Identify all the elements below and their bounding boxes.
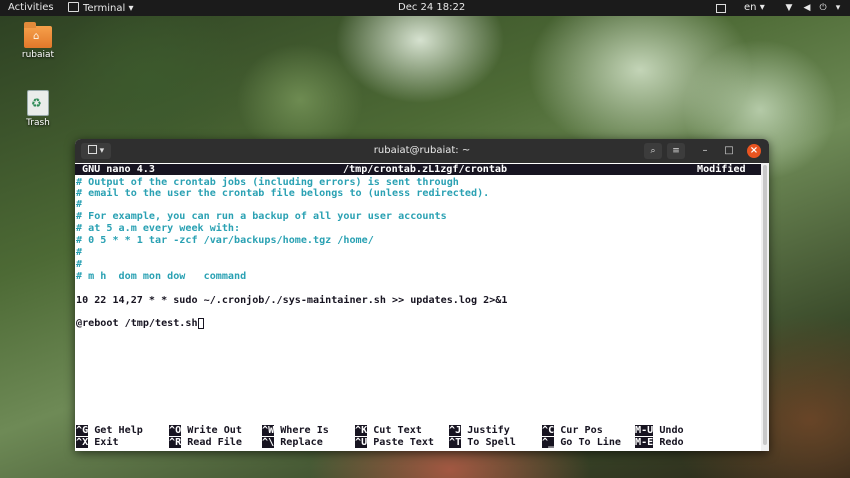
shortcut-justify[interactable]: ^J Justify [449,425,510,436]
screen-capture-icon[interactable] [716,4,726,13]
shortcut-label: Redo [659,437,684,448]
trash-icon: ♻ [27,90,49,116]
shortcut-undo[interactable]: M-U Undo [635,425,684,436]
editor-line[interactable]: # email to the user the crontab file bel… [76,188,489,199]
terminal-content[interactable]: GNU nano 4.3 /tmp/crontab.zL1zgf/crontab… [75,163,761,451]
window-title: rubaiat@rubaiat: ~ [373,145,471,156]
editor-line[interactable]: # [76,259,82,270]
shortcut-read-file[interactable]: ^R Read File [169,437,242,448]
window-titlebar[interactable]: ▾ rubaiat@rubaiat: ~ ⌕ ≡ – □ × [75,139,769,163]
shortcut-label: To Spell [467,437,516,448]
nano-status: Modified [697,164,746,175]
top-bar: Activities Terminal ▾ Dec 24 18:22 en ▾ … [0,0,850,16]
nano-file-path: /tmp/crontab.zL1zgf/crontab [343,164,508,175]
shortcut-key: ^T [449,437,462,448]
editor-line-text: @reboot /tmp/test.sh [76,318,198,329]
scrollbar-thumb[interactable] [763,165,767,445]
desktop-icon-label: rubaiat [21,50,55,60]
shortcut-key: ^G [76,425,89,436]
editor-line[interactable]: # For example, you can run a backup of a… [76,211,447,222]
shortcut-label: Go To Line [560,437,622,448]
shortcut-paste-text[interactable]: ^U Paste Text [355,437,434,448]
editor-line[interactable]: # Output of the crontab jobs (including … [76,177,459,188]
editor-line-current[interactable]: @reboot /tmp/test.sh [76,318,204,329]
shortcut-label: Exit [94,437,119,448]
nano-version: GNU nano 4.3 [82,164,155,175]
shortcut-go-to-line[interactable]: ^_ Go To Line [542,437,621,448]
shortcut-key: ^K [355,425,368,436]
language-label: en [744,2,757,13]
shortcut-key: ^U [355,437,368,448]
editor-line[interactable]: # 0 5 * * 1 tar -zcf /var/backups/home.t… [76,235,374,246]
shortcut-cut-text[interactable]: ^K Cut Text [355,425,422,436]
editor-line[interactable]: # [76,247,82,258]
shortcut-key: ^W [262,425,275,436]
desktop-icon-home[interactable]: ⌂ rubaiat [8,22,68,60]
chevron-down-icon: ▾ [128,3,134,14]
text-cursor [197,318,204,329]
shortcut-label: Where Is [280,425,329,436]
desktop-icon-label: Trash [26,118,50,128]
close-button[interactable]: × [747,144,761,158]
shortcut-label: Read File [187,437,242,448]
terminal-window: ▾ rubaiat@rubaiat: ~ ⌕ ≡ – □ × GNU nano … [75,139,769,451]
nano-header-bar: GNU nano 4.3 /tmp/crontab.zL1zgf/crontab… [75,164,761,175]
shortcut-label: Justify [467,425,510,436]
system-menu-chevron-icon[interactable]: ▾ [833,3,843,13]
shortcut-key: ^R [169,437,182,448]
shortcut-key: ^O [169,425,182,436]
shortcut-where-is[interactable]: ^W Where Is [262,425,329,436]
minimize-button[interactable]: – [698,144,712,158]
power-icon[interactable]: ⏻ [818,3,828,13]
shortcut-label: Undo [659,425,684,436]
volume-icon[interactable]: ◀ [802,3,812,13]
hamburger-menu-icon: ≡ [672,146,680,156]
shortcut-label: Paste Text [373,437,435,448]
shortcut-key: ^J [449,425,462,436]
shortcut-label: Write Out [187,425,242,436]
shortcut-key: ^C [542,425,555,436]
wifi-icon[interactable]: ▼ [784,3,794,13]
desktop-icon-trash[interactable]: ♻ Trash [8,90,68,128]
app-menu[interactable]: Terminal ▾ [68,2,133,15]
shortcut-key: ^_ [542,437,555,448]
shortcut-label: Replace [280,437,323,448]
shortcut-key: ^\ [262,437,275,448]
activities-button[interactable]: Activities [8,2,54,14]
app-menu-label: Terminal [83,3,126,14]
chevron-down-icon: ▾ [759,2,765,13]
hamburger-menu-button[interactable]: ≡ [667,143,685,159]
shortcut-key: M-U [635,425,654,436]
home-folder-icon: ⌂ [24,22,52,48]
shortcut-to-spell[interactable]: ^T To Spell [449,437,516,448]
clock[interactable]: Dec 24 18:22 [398,2,465,14]
shortcut-label: Cur Pos [560,425,603,436]
shortcut-replace[interactable]: ^\ Replace [262,437,323,448]
shortcut-key: ^X [76,437,89,448]
editor-line[interactable]: 10 22 14,27 * * sudo ~/.cronjob/./sys-ma… [76,295,507,306]
shortcut-exit[interactable]: ^X Exit [76,437,119,448]
shortcut-cur-pos[interactable]: ^C Cur Pos [542,425,603,436]
shortcut-get-help[interactable]: ^G Get Help [76,425,143,436]
shortcut-key: M-E [635,437,654,448]
editor-line[interactable]: # m h dom mon dow command [76,271,246,282]
terminal-icon [68,2,79,12]
shortcut-label: Get Help [94,425,143,436]
language-selector[interactable]: en ▾ [744,2,765,14]
editor-line[interactable]: # at 5 a.m every week with: [76,223,240,234]
search-icon: ⌕ [650,146,656,156]
shortcut-write-out[interactable]: ^O Write Out [169,425,242,436]
terminal-scrollbar[interactable] [761,163,769,451]
search-button[interactable]: ⌕ [644,143,662,159]
shortcut-label: Cut Text [373,425,422,436]
shortcut-redo[interactable]: M-E Redo [635,437,684,448]
editor-line[interactable]: # [76,199,82,210]
maximize-button[interactable]: □ [722,144,736,158]
